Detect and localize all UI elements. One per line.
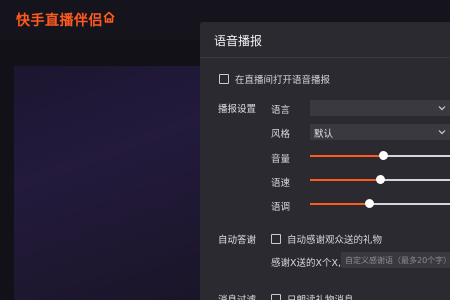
pitch-slider[interactable] [310,199,450,209]
thank-gifts-checkbox[interactable] [271,234,281,244]
style-value: 默认 [314,129,334,140]
thanks-placeholder: 自定义感谢语（最多20个字） [345,256,450,265]
voice-broadcast-dialog: 语音播报 在直播间打开语音播报 播报设置 语言 风格 默认 音量 语速 语调 自… [200,22,450,300]
volume-label: 音量 [271,154,291,165]
language-select[interactable] [310,100,450,116]
style-label: 风格 [271,129,291,140]
slider-handle[interactable] [379,151,388,160]
thanks-text-label: 感谢X送的X个X, [271,258,342,269]
thank-gifts-label[interactable]: 自动感谢观众送的礼物 [287,232,382,246]
enable-voice-broadcast-label[interactable]: 在直播间打开语音播报 [235,72,330,86]
live-preview-area [14,66,200,300]
message-filter-label: 消息过滤 [218,292,256,300]
slider-fill [310,203,369,205]
slider-handle[interactable] [365,199,374,208]
gift-only-label[interactable]: 只朗读礼物消息 [287,292,354,300]
chevron-down-icon [438,130,446,135]
enable-voice-broadcast-checkbox[interactable] [219,74,229,84]
slider-fill [310,179,380,181]
slider-fill [310,155,383,157]
slider-handle[interactable] [376,175,385,184]
app-title: 快手直播伴侣 [16,13,103,29]
language-label: 语言 [271,105,291,116]
speed-slider[interactable] [310,175,450,185]
thanks-message-input[interactable]: 自定义感谢语（最多20个字） [341,252,450,268]
broadcast-settings-label: 播报设置 [218,104,257,115]
style-select[interactable]: 默认 [310,124,450,140]
home-icon[interactable] [102,10,116,24]
left-panel [0,40,14,300]
dialog-header: 语音播报 [200,22,450,58]
gift-only-checkbox[interactable] [271,294,281,300]
auto-reply-label: 自动答谢 [218,235,257,246]
speed-label: 语速 [271,178,291,189]
chevron-down-icon [438,106,446,111]
volume-slider[interactable] [310,151,450,161]
pitch-label: 语调 [271,202,291,213]
dialog-title: 语音播报 [214,34,263,48]
